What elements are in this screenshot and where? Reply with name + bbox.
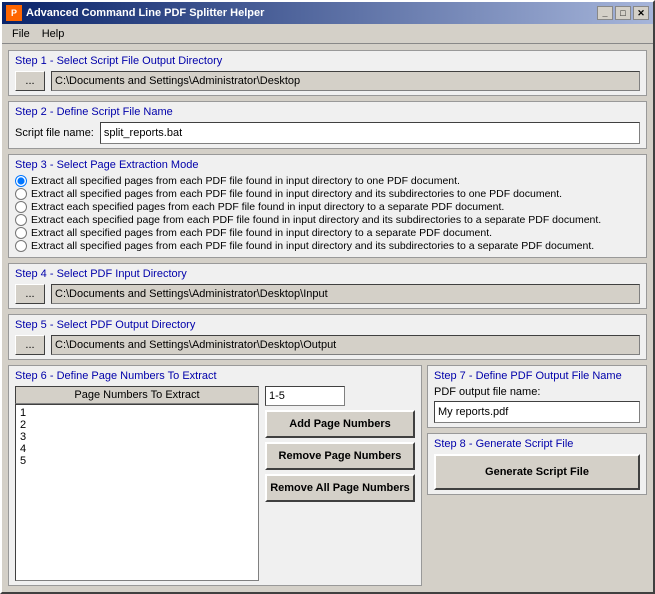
step7-label: PDF output file name: [434, 386, 540, 398]
step3-option-label-1: Extract all specified pages from each PD… [31, 188, 562, 200]
step7-section: Step 7 - Define PDF Output File Name PDF… [427, 365, 647, 428]
step3-radio-4[interactable] [15, 227, 27, 239]
title-bar: P Advanced Command Line PDF Splitter Hel… [2, 2, 653, 24]
step3-radio-0[interactable] [15, 175, 27, 187]
step6-section: Step 6 - Define Page Numbers To Extract … [8, 365, 422, 586]
pdf-output-filename-input[interactable] [434, 401, 640, 423]
close-button[interactable]: ✕ [633, 6, 649, 20]
step5-path: C:\Documents and Settings\Administrator\… [51, 335, 640, 355]
generate-script-button[interactable]: Generate Script File [434, 454, 640, 490]
step3-title: Step 3 - Select Page Extraction Mode [15, 159, 640, 171]
menu-file[interactable]: File [6, 26, 36, 42]
page-list-header: Page Numbers To Extract [15, 386, 259, 404]
step4-title: Step 4 - Select PDF Input Directory [15, 268, 640, 280]
list-item[interactable]: 5 [18, 455, 256, 467]
step1-section: Step 1 - Select Script File Output Direc… [8, 50, 647, 96]
step2-section: Step 2 - Define Script File Name Script … [8, 101, 647, 149]
maximize-button[interactable]: □ [615, 6, 631, 20]
window-title: Advanced Command Line PDF Splitter Helpe… [26, 7, 264, 19]
step1-browse-button[interactable]: ... [15, 71, 45, 91]
step3-radio-5[interactable] [15, 240, 27, 252]
step5-title: Step 5 - Select PDF Output Directory [15, 319, 640, 331]
list-item[interactable]: 3 [18, 431, 256, 443]
step3-option-label-2: Extract each specified pages from each P… [31, 201, 504, 213]
step4-row: ... C:\Documents and Settings\Administra… [15, 284, 640, 304]
minimize-button[interactable]: _ [597, 6, 613, 20]
remove-all-page-numbers-button[interactable]: Remove All Page Numbers [265, 474, 415, 502]
step5-browse-button[interactable]: ... [15, 335, 45, 355]
add-page-numbers-button[interactable]: Add Page Numbers [265, 410, 415, 438]
step1-path: C:\Documents and Settings\Administrator\… [51, 71, 640, 91]
step2-title: Step 2 - Define Script File Name [15, 106, 640, 118]
step2-row: Script file name: [15, 122, 640, 144]
step3-option-1: Extract all specified pages from each PD… [15, 188, 640, 200]
step3-option-3: Extract each specified page from each PD… [15, 214, 640, 226]
step3-option-label-3: Extract each specified page from each PD… [31, 214, 601, 226]
step1-row: ... C:\Documents and Settings\Administra… [15, 71, 640, 91]
step8-title: Step 8 - Generate Script File [434, 438, 640, 450]
step4-section: Step 4 - Select PDF Input Directory ... … [8, 263, 647, 309]
list-item[interactable]: 4 [18, 443, 256, 455]
content-area: Step 1 - Select Script File Output Direc… [2, 44, 653, 592]
remove-page-numbers-button[interactable]: Remove Page Numbers [265, 442, 415, 470]
step6-right: Add Page Numbers Remove Page Numbers Rem… [265, 386, 415, 581]
bottom-section: Step 6 - Define Page Numbers To Extract … [8, 365, 647, 586]
page-list[interactable]: 1 2 3 4 5 [15, 404, 259, 581]
step5-row: ... C:\Documents and Settings\Administra… [15, 335, 640, 355]
step3-option-4: Extract all specified pages from each PD… [15, 227, 640, 239]
app-icon: P [6, 5, 22, 21]
step3-option-label-5: Extract all specified pages from each PD… [31, 240, 594, 252]
step6-title: Step 6 - Define Page Numbers To Extract [15, 370, 415, 382]
page-list-container: Page Numbers To Extract 1 2 3 4 5 [15, 386, 259, 581]
step3-option-2: Extract each specified pages from each P… [15, 201, 640, 213]
step3-radio-2[interactable] [15, 201, 27, 213]
step3-radio-3[interactable] [15, 214, 27, 226]
main-window: P Advanced Command Line PDF Splitter Hel… [0, 0, 655, 594]
list-item[interactable]: 1 [18, 407, 256, 419]
step3-option-label-0: Extract all specified pages from each PD… [31, 175, 460, 187]
step3-option-5: Extract all specified pages from each PD… [15, 240, 640, 252]
step2-label: Script file name: [15, 127, 94, 139]
title-bar-left: P Advanced Command Line PDF Splitter Hel… [6, 5, 264, 21]
title-buttons: _ □ ✕ [597, 6, 649, 20]
step3-option-0: Extract all specified pages from each PD… [15, 175, 640, 187]
menu-bar: File Help [2, 24, 653, 44]
step7-8-container: Step 7 - Define PDF Output File Name PDF… [427, 365, 647, 586]
page-numbers-input[interactable] [265, 386, 345, 406]
step6-inner: Page Numbers To Extract 1 2 3 4 5 Add Pa… [15, 386, 415, 581]
script-filename-input[interactable] [100, 122, 640, 144]
step3-radio-1[interactable] [15, 188, 27, 200]
step7-title: Step 7 - Define PDF Output File Name [434, 370, 640, 382]
step8-section: Step 8 - Generate Script File Generate S… [427, 433, 647, 495]
step4-browse-button[interactable]: ... [15, 284, 45, 304]
step3-option-label-4: Extract all specified pages from each PD… [31, 227, 492, 239]
menu-help[interactable]: Help [36, 26, 71, 42]
list-item[interactable]: 2 [18, 419, 256, 431]
step4-path: C:\Documents and Settings\Administrator\… [51, 284, 640, 304]
step1-title: Step 1 - Select Script File Output Direc… [15, 55, 640, 67]
step3-section: Step 3 - Select Page Extraction Mode Ext… [8, 154, 647, 258]
step5-section: Step 5 - Select PDF Output Directory ...… [8, 314, 647, 360]
